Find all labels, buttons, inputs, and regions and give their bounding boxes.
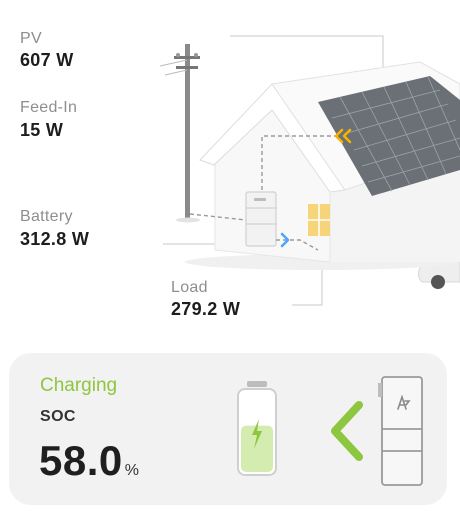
- soc-label: SOC: [40, 408, 76, 425]
- soc-value: 58.0: [39, 437, 123, 484]
- soc-value-group: 58.0%: [39, 437, 139, 485]
- soc-unit: %: [124, 462, 140, 479]
- pv-value: 607 W: [20, 50, 74, 70]
- battery-icon: [237, 381, 277, 476]
- load-value: 279.2 W: [171, 299, 241, 319]
- utility-pole-illustration: [159, 44, 200, 223]
- chevron-left-arrow-icon: [331, 401, 363, 461]
- battery-status-card[interactable]: Charging SOC 58.0%: [9, 353, 447, 505]
- feed-in-value: 15 W: [20, 120, 64, 140]
- feed-in-label: Feed-In: [20, 99, 78, 116]
- wall-battery-device: [245, 191, 277, 247]
- pv-label: PV: [20, 30, 42, 47]
- battery-value: 312.8 W: [20, 229, 90, 249]
- load-label: Load: [171, 279, 208, 296]
- inverter-device-icon: [378, 376, 423, 486]
- charging-status: Charging: [40, 375, 118, 396]
- battery-label: Battery: [20, 208, 73, 225]
- house-illustration: [185, 61, 460, 270]
